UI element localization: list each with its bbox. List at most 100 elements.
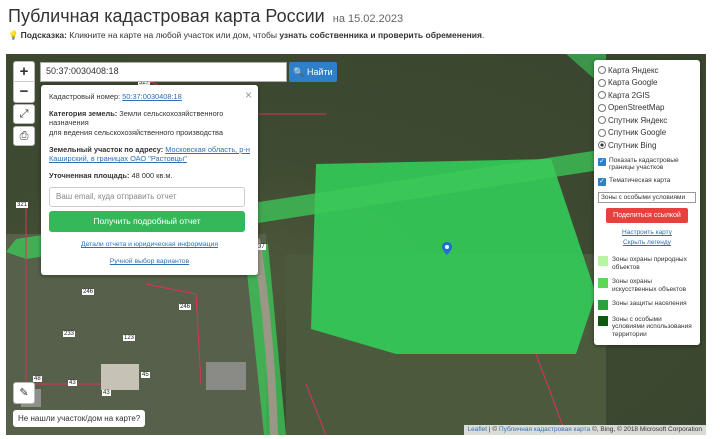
layer-label: Карта Яндекс — [608, 65, 659, 75]
cadastral-map-link[interactable]: Публичная кадастровая карта — [499, 426, 590, 433]
parcel-number-label: 123 — [123, 335, 136, 341]
zoom-out-button[interactable]: − — [14, 82, 34, 102]
layer-option[interactable]: Спутник Bing — [598, 139, 696, 152]
page-title: Публичная кадастровая карта России на 15… — [8, 6, 403, 27]
area-value: 48 000 кв.м. — [131, 170, 173, 180]
parcel-number-label: 321 — [16, 202, 29, 208]
print-icon[interactable]: ⎙ — [13, 126, 35, 146]
layer-label: OpenStreetMap — [608, 103, 665, 113]
layer-option[interactable]: Спутник Яндекс — [598, 114, 696, 127]
parcel-number-label: 43 — [68, 380, 77, 386]
checkmark-icon: ✓ — [598, 178, 606, 187]
legend-swatch — [598, 299, 608, 310]
cadastral-number-row: Кадастровый номер: 50:37:0030408:18 — [49, 92, 250, 102]
radio-icon — [598, 128, 606, 137]
zoom-control: + − — [13, 61, 35, 103]
title-date: на 15.02.2023 — [332, 13, 404, 25]
expand-icon[interactable]: ⤢ — [13, 104, 35, 124]
legend-item: Зоны с особыми условиями использования т… — [598, 315, 696, 339]
attribution-text: ©, Bing, © 2018 Microsoft Corporation — [591, 426, 702, 433]
address-label: Земельный участок по адресу: — [49, 144, 164, 154]
land-category-row: Категория земель: Земли сельскохозяйстве… — [49, 109, 250, 138]
parcel-number-label: 233 — [63, 331, 76, 337]
hint-label: Подсказка: — [20, 30, 67, 40]
map-pin-icon[interactable] — [442, 242, 452, 265]
radio-icon — [598, 66, 606, 75]
layer-label: Карта Google — [608, 78, 658, 88]
layer-label: Карта 2GIS — [608, 90, 650, 100]
cadastral-number-link[interactable]: 50:37:0030408:18 — [122, 92, 182, 101]
search-icon: 🔍 — [293, 67, 305, 77]
legend-label: Зоны охраны природных объектов — [612, 256, 687, 272]
layer-option[interactable]: Карта Яндекс — [598, 64, 696, 77]
cadastre-borders-checkbox[interactable]: ✓ Показать кадастровые границы участков — [598, 157, 696, 173]
checkbox-label: Тематическая карта — [609, 177, 671, 185]
legend-label: Зоны с особыми условиями использования т… — [612, 315, 692, 339]
legend-item: Зоны защиты населения — [598, 299, 696, 310]
cadastral-number-label: Кадастровый номер: — [49, 92, 121, 101]
report-details-link[interactable]: Детали отчета и юридическая информация — [49, 241, 250, 248]
pencil-icon[interactable]: ✎ — [13, 382, 35, 404]
find-button-label: Найти — [307, 67, 333, 77]
legend-label: Зоны охраны искусственных объектов — [612, 277, 687, 293]
parcel-number-label: 246 — [179, 304, 192, 310]
hide-legend-link[interactable]: Скрыть легенду — [598, 239, 696, 246]
share-link-button[interactable]: Поделиться ссылкой — [606, 208, 688, 224]
parcel-number-label: 37 — [257, 244, 266, 250]
popup-links: Детали отчета и юридическая информация Р… — [49, 241, 250, 265]
layers-panel: Карта Яндекс Карта Google Карта 2GIS Ope… — [594, 60, 700, 345]
legend-swatch — [598, 277, 608, 288]
legend-swatch — [598, 315, 608, 326]
radio-selected-icon — [598, 141, 606, 150]
zone-type-select[interactable]: Зоны с особыми условиями — [598, 192, 696, 204]
layer-option[interactable]: OpenStreetMap — [598, 102, 696, 115]
checkmark-icon: ✓ — [598, 157, 606, 166]
page-header: Публичная кадастровая карта России на 15… — [0, 0, 720, 52]
hint-end: . — [481, 30, 485, 40]
layer-option[interactable]: Карта Google — [598, 77, 696, 90]
radio-icon — [598, 78, 606, 87]
lightbulb-icon: 💡 — [8, 30, 19, 40]
checkbox-label: Показать кадастровые границы участков — [609, 156, 679, 172]
legend-item: Зоны охраны искусственных объектов — [598, 277, 696, 294]
setup-map-link[interactable]: Настроить карту — [598, 229, 696, 236]
title-text: Публичная кадастровая карта России — [8, 6, 325, 26]
address-row: Земельный участок по адресу: Московская … — [49, 145, 250, 164]
email-input[interactable]: Ваш email, куда отправить отчет — [49, 187, 245, 208]
hint-line: 💡 Подсказка: Кликните на карте на любой у… — [8, 30, 484, 41]
radio-icon — [598, 103, 606, 112]
hint-text: Кликните на карте на любой участок или д… — [69, 30, 277, 40]
get-report-button[interactable]: Получить подробный отчет — [49, 211, 245, 233]
thematic-map-checkbox[interactable]: ✓ Тематическая карта — [598, 177, 696, 187]
land-category-label: Категория земель: — [49, 108, 118, 118]
not-found-button[interactable]: Не нашли участок/дом на карте? — [13, 410, 145, 427]
parcel-number-label: 45 — [141, 372, 150, 378]
radio-icon — [598, 116, 606, 125]
legend-label: Зоны защиты населения — [612, 299, 687, 307]
hint-bold-text: узнать собственника и проверить обремене… — [279, 30, 482, 40]
legend: Зоны охраны природных объектов Зоны охра… — [598, 256, 696, 339]
search-input[interactable]: 50:37:0030408:18 — [40, 62, 287, 82]
layer-option[interactable]: Карта 2GIS — [598, 89, 696, 102]
land-use-value: для ведения сельскохозяйственного произв… — [49, 127, 223, 137]
layer-option[interactable]: Спутник Google — [598, 127, 696, 140]
radio-icon — [598, 91, 606, 100]
legend-swatch — [598, 256, 608, 267]
leaflet-link[interactable]: Leaflet — [468, 426, 488, 433]
layer-label: Спутник Google — [608, 128, 667, 138]
parcel-number-label: 43 — [102, 390, 111, 396]
map-attribution: Leaflet | © Публичная кадастровая карта … — [463, 425, 706, 435]
zoom-in-button[interactable]: + — [14, 62, 34, 82]
close-icon[interactable]: × — [245, 88, 252, 102]
manual-selection-link[interactable]: Ручной выбор вариантов — [49, 258, 250, 265]
map-view[interactable]: 321 246 246 37 233 123 43 43 48 45 327 +… — [6, 54, 706, 435]
layer-label: Спутник Bing — [608, 140, 657, 150]
area-label: Уточненная площадь: — [49, 170, 130, 180]
parcel-number-label: 246 — [82, 289, 95, 295]
legend-item: Зоны охраны природных объектов — [598, 256, 696, 272]
layer-label: Спутник Яндекс — [608, 115, 668, 125]
parcel-info-popup: × Кадастровый номер: 50:37:0030408:18 Ка… — [41, 85, 258, 275]
find-button[interactable]: 🔍 Найти — [289, 62, 337, 82]
parcel-number-label: 48 — [33, 376, 42, 382]
area-row: Уточненная площадь: 48 000 кв.м. — [49, 171, 250, 181]
